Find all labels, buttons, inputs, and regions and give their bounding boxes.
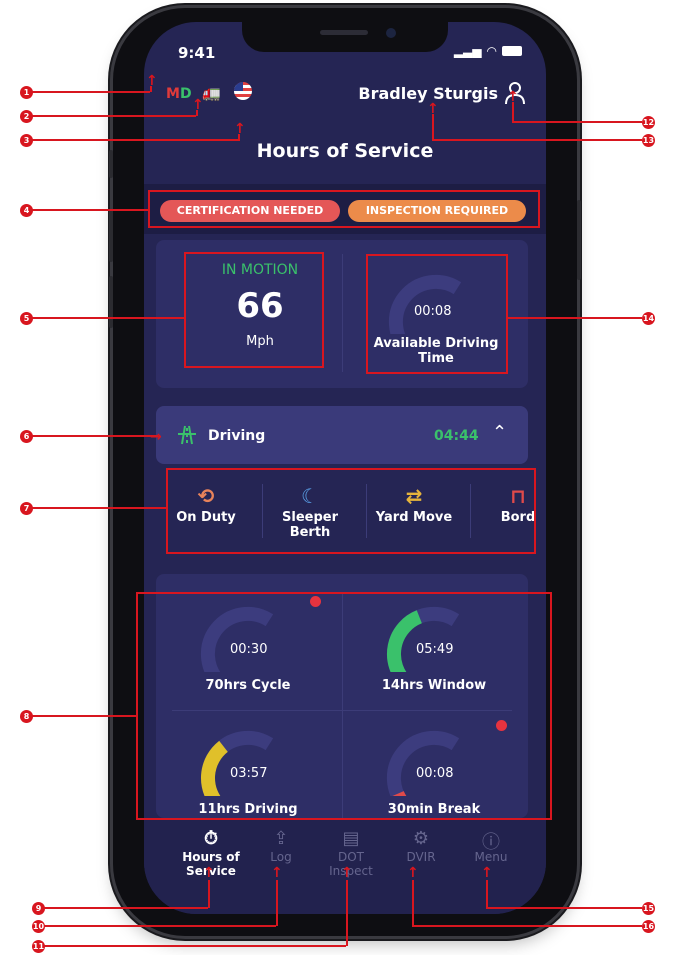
annotation-marker-15: 15: [642, 902, 655, 915]
annotation-marker-12: 12: [642, 116, 655, 129]
annotation-leader: [44, 907, 208, 909]
annotation-marker-16: 16: [642, 920, 655, 933]
nav-label: DVIR: [406, 850, 436, 864]
annotation-vertical-leader: [150, 86, 152, 92]
battery-icon: [502, 46, 522, 56]
motion-divider: [342, 254, 343, 372]
annotation-vertical-leader: [208, 880, 210, 908]
annotation-leader: [32, 507, 166, 509]
nav-dvir[interactable]: ⚙ DVIR: [386, 828, 456, 864]
signal-icon: ▂▃▅: [453, 44, 482, 58]
stopwatch-icon: ⏱: [203, 828, 219, 849]
power-button: [577, 200, 581, 280]
annotation-vertical-leader: [412, 880, 414, 926]
nav-label: Log: [270, 850, 292, 864]
road-icon: [178, 425, 196, 445]
gear-icon: ⚙: [412, 828, 430, 849]
us-flag-icon[interactable]: [234, 82, 252, 100]
speaker: [320, 30, 368, 35]
chevron-up-icon[interactable]: ⌃: [492, 422, 507, 443]
annotation-box-3: [366, 254, 508, 374]
truck-icon[interactable]: 🚛: [202, 84, 221, 102]
annotation-arrowhead: ↑: [407, 865, 419, 881]
volume-down-button: [109, 276, 113, 328]
annotation-arrowhead: ↑: [271, 865, 283, 881]
annotation-vertical-leader: [276, 880, 278, 926]
annotation-arrowhead: ↑: [203, 865, 215, 881]
annotation-leader: [32, 715, 136, 717]
menu-icon: ⓘ: [482, 832, 500, 853]
annotation-marker-14: 14: [642, 312, 655, 325]
annotation-leader: [512, 121, 642, 123]
current-status-time: 04:44: [434, 428, 479, 444]
annotation-leader: [432, 139, 642, 141]
annotation-leader: [508, 317, 642, 319]
log-upload-icon: ⇪: [273, 828, 289, 849]
annotation-arrowhead: →: [150, 429, 162, 445]
annotation-vertical-leader: [346, 880, 348, 946]
wifi-icon: ◠: [486, 44, 497, 58]
md-d: D: [179, 86, 192, 102]
status-icons: ▂▃▅ ◠: [454, 44, 522, 58]
clipboard-icon: ▤: [342, 828, 360, 849]
annotation-leader: [44, 925, 276, 927]
annotation-marker-13: 13: [642, 134, 655, 147]
md-indicator[interactable]: MD: [166, 86, 192, 102]
nav-log[interactable]: ⇪ Log: [246, 828, 316, 864]
annotation-leader: [486, 907, 642, 909]
annotation-arrowhead: ↑: [427, 101, 439, 117]
annotation-vertical-leader: [486, 880, 488, 908]
current-status-label: Driving: [208, 428, 266, 444]
annotation-vertical-leader: [238, 134, 240, 140]
silent-switch: [109, 150, 113, 178]
annotation-box-2: [184, 252, 324, 368]
annotation-leader: [32, 115, 196, 117]
nav-label: Menu: [474, 850, 508, 864]
annotation-leader: [412, 925, 642, 927]
page-title: Hours of Service: [256, 140, 434, 162]
annotation-box-1: [148, 190, 540, 228]
annotation-arrowhead: ↑: [481, 865, 493, 881]
annotation-arrowhead: ↑: [507, 89, 519, 105]
annotation-vertical-leader: [512, 102, 514, 122]
camera: [386, 28, 396, 38]
annotation-vertical-leader: [432, 114, 434, 140]
annotation-leader: [32, 91, 150, 93]
volume-up-button: [109, 210, 113, 262]
annotation-vertical-leader: [196, 110, 198, 116]
annotation-leader: [32, 317, 184, 319]
status-time: 9:41: [178, 44, 216, 62]
annotation-leader: [32, 139, 240, 141]
annotation-box-4: [166, 468, 536, 554]
annotation-leader: [44, 945, 346, 947]
annotation-arrowhead: ↑: [341, 865, 353, 881]
annotation-leader: [32, 435, 158, 437]
annotation-box-5: [136, 592, 552, 820]
md-m: M: [166, 86, 180, 102]
notch: [242, 22, 448, 52]
nav-menu[interactable]: ⓘ Menu: [456, 828, 526, 864]
annotation-leader: [32, 209, 148, 211]
